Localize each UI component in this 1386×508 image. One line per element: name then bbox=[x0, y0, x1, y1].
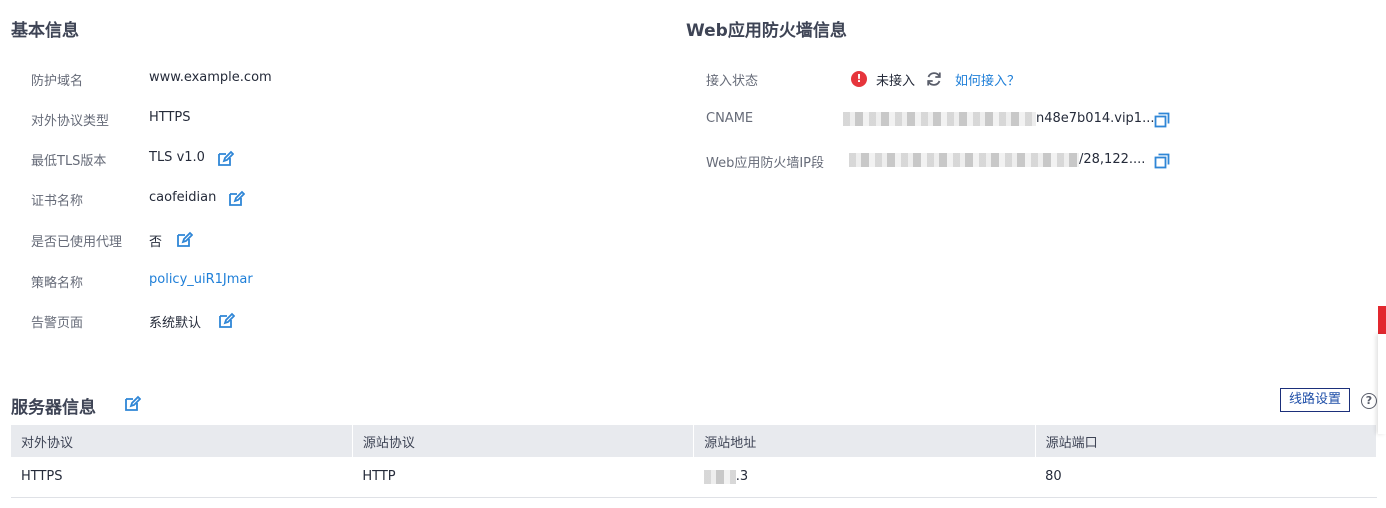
server-table: 对外协议 源站协议 源站地址 源站端口 HTTPS HTTP .3 80 bbox=[11, 425, 1378, 498]
label-policy-name: 策略名称 bbox=[31, 276, 84, 291]
waf-ip-value: /28,122.... bbox=[849, 152, 1145, 167]
copy-ip-icon[interactable] bbox=[1154, 153, 1170, 169]
policy-name-link[interactable]: policy_uiR1Jmar bbox=[149, 272, 253, 287]
label-proxy-used: 是否已使用代理 bbox=[31, 235, 123, 250]
help-icon[interactable]: ? bbox=[1361, 393, 1377, 409]
masked-text bbox=[843, 111, 1036, 126]
cell-origin-port: 80 bbox=[1035, 457, 1377, 498]
edit-alarm-page-icon[interactable] bbox=[217, 312, 235, 330]
masked-text bbox=[849, 152, 1079, 167]
refresh-icon[interactable] bbox=[925, 70, 943, 88]
column-header: 源站协议 bbox=[352, 425, 695, 457]
cell-external-protocol: HTTPS bbox=[11, 457, 353, 498]
warning-icon: ! bbox=[851, 71, 867, 87]
label-alarm-page: 告警页面 bbox=[31, 316, 84, 331]
waf-ip-text: /28,122.... bbox=[1079, 152, 1146, 167]
label-external-protocol: 对外协议类型 bbox=[31, 114, 110, 129]
copy-cname-icon[interactable] bbox=[1154, 112, 1170, 128]
column-header: 对外协议 bbox=[11, 425, 353, 457]
edit-server-icon[interactable] bbox=[123, 395, 141, 413]
column-header: 源站地址 bbox=[693, 425, 1036, 457]
edit-cert-icon[interactable] bbox=[227, 190, 245, 208]
how-to-access-link[interactable]: 如何接入？ bbox=[955, 70, 1020, 89]
server-info-title: 服务器信息 bbox=[11, 398, 96, 418]
cell-origin-address: .3 bbox=[693, 457, 1036, 498]
label-protected-domain: 防护域名 bbox=[31, 74, 84, 89]
route-settings-button[interactable]: 线路设置 bbox=[1280, 388, 1350, 412]
masked-text bbox=[703, 469, 736, 484]
table-row: HTTPS HTTP .3 80 bbox=[11, 457, 1377, 498]
value-external-protocol: HTTPS bbox=[149, 110, 191, 125]
origin-address-text: .3 bbox=[735, 469, 749, 485]
label-cert-name: 证书名称 bbox=[31, 194, 84, 209]
value-proxy-used: 否 bbox=[149, 235, 163, 250]
label-cname: CNAME bbox=[706, 111, 754, 126]
label-access-status: 接入状态 bbox=[706, 74, 759, 89]
basic-info-title: 基本信息 bbox=[11, 21, 79, 41]
value-cert-name: caofeidian bbox=[149, 190, 217, 205]
access-status-value: 未接入 bbox=[876, 74, 916, 89]
edit-proxy-icon[interactable] bbox=[175, 231, 193, 249]
cell-origin-protocol: HTTP bbox=[352, 457, 694, 498]
floating-side-panel bbox=[1378, 334, 1386, 434]
label-waf-ip: Web应用防火墙IP段 bbox=[706, 156, 825, 171]
cname-value: n48e7b014.vip1... bbox=[843, 111, 1154, 126]
table-header-row: 对外协议 源站协议 源站地址 源站端口 bbox=[11, 425, 1378, 457]
label-min-tls: 最低TLS版本 bbox=[31, 154, 107, 169]
column-header: 源站端口 bbox=[1035, 425, 1378, 457]
cname-text: n48e7b014.vip1... bbox=[1036, 111, 1155, 126]
waf-info-title: Web应用防火墙信息 bbox=[686, 21, 847, 41]
floating-side-tab[interactable] bbox=[1378, 306, 1386, 334]
value-alarm-page: 系统默认 bbox=[149, 316, 202, 331]
value-protected-domain: www.example.com bbox=[149, 70, 272, 85]
edit-tls-icon[interactable] bbox=[216, 150, 234, 168]
value-min-tls: TLS v1.0 bbox=[149, 150, 205, 165]
